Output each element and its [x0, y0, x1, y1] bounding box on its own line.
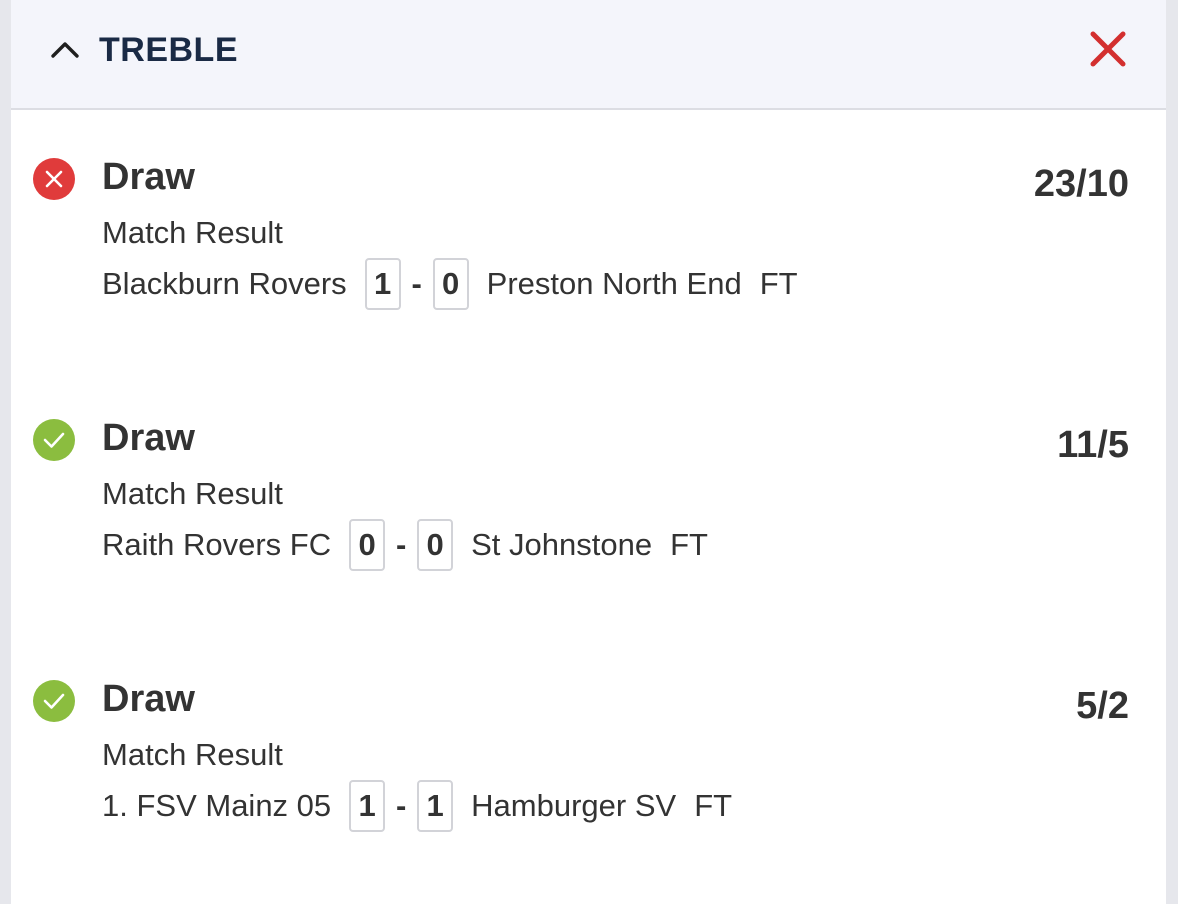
selection-item: Draw 5/2 Match Result 1. FSV Mainz 05 1 …: [11, 678, 1166, 880]
selection-item: Draw 11/5 Match Result Raith Rovers FC 0…: [11, 417, 1166, 619]
chevron-up-icon[interactable]: [49, 34, 81, 66]
home-score: 0: [349, 519, 386, 571]
selection-name: Draw: [102, 417, 195, 459]
check-circle-icon: [33, 419, 75, 461]
close-icon[interactable]: [1089, 30, 1127, 68]
market-name: Match Result: [102, 476, 283, 511]
selection-name: Draw: [102, 678, 195, 720]
away-score: 0: [417, 519, 454, 571]
home-team: Raith Rovers FC: [102, 527, 332, 562]
match-line: Raith Rovers FC 0 - 0 St Johnstone FT: [102, 519, 708, 571]
match-line: Blackburn Rovers 1 - 0 Preston North End…: [102, 258, 798, 310]
selection-odds: 11/5: [1057, 424, 1129, 466]
away-team: Hamburger SV: [471, 788, 677, 823]
home-team: 1. FSV Mainz 05: [102, 788, 332, 823]
cross-circle-icon: [33, 158, 75, 200]
match-status: FT: [670, 527, 708, 562]
away-team: St Johnstone: [471, 527, 653, 562]
market-name: Match Result: [102, 737, 283, 772]
score-separator: -: [411, 266, 422, 301]
market-name: Match Result: [102, 215, 283, 250]
match-status: FT: [694, 788, 733, 823]
bet-header[interactable]: TREBLE: [11, 0, 1166, 110]
selection-odds: 5/2: [1076, 685, 1129, 727]
check-circle-icon: [33, 680, 75, 722]
selection-odds: 23/10: [1033, 163, 1129, 205]
selection-item: Draw 23/10 Match Result Blackburn Rovers…: [11, 156, 1166, 358]
match-line: 1. FSV Mainz 05 1 - 1 Hamburger SV FT: [102, 780, 732, 832]
away-score: 0: [432, 258, 469, 310]
home-score: 1: [349, 780, 386, 832]
match-status: FT: [759, 266, 798, 301]
bet-type-title: TREBLE: [99, 31, 238, 69]
score-separator: -: [395, 527, 407, 562]
away-score: 1: [417, 780, 454, 832]
home-score: 1: [364, 258, 401, 310]
away-team: Preston North End: [486, 266, 742, 301]
selection-name: Draw: [102, 156, 195, 198]
home-team: Blackburn Rovers: [102, 266, 347, 301]
bet-slip-panel: TREBLE Draw 23/10 Match Result Blackburn…: [11, 0, 1166, 904]
score-separator: -: [395, 788, 407, 823]
